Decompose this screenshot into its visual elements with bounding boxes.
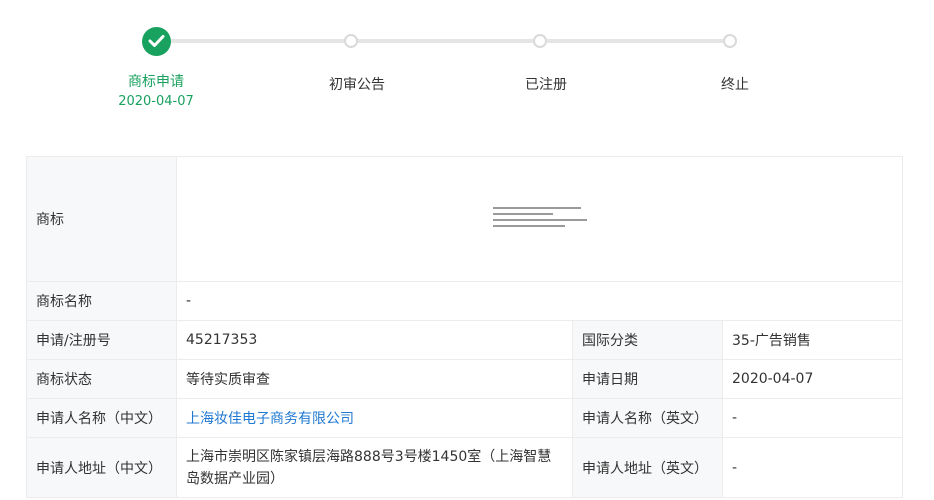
status-label: 商标状态 (26, 359, 177, 399)
trademark-image-cell (175, 156, 904, 282)
address-en-value: - (721, 437, 904, 498)
address-cn-label: 申请人地址（中文） (26, 437, 177, 498)
table-row: 商标状态 等待实质审查 申请日期 2020-04-07 (26, 359, 904, 399)
step-label-publication: 初审公告 (329, 77, 385, 93)
trademark-image-text (493, 207, 587, 235)
progress-line (357, 39, 534, 43)
apply-date-value: 2020-04-07 (721, 359, 904, 399)
address-en-label: 申请人地址（英文） (572, 437, 723, 498)
progress-steps: 商标申请 2020-04-07 初审公告 已注册 终止 (0, 0, 934, 130)
applicant-cn-label: 申请人名称（中文） (26, 398, 177, 438)
step-node-pending (533, 34, 547, 48)
step-label-terminated: 终止 (721, 77, 749, 93)
applicant-cn-link[interactable]: 上海妆佳电子商务有限公司 (186, 411, 354, 427)
step-label-apply: 商标申请 (128, 74, 184, 90)
applicant-cn-cell: 上海妆佳电子商务有限公司 (176, 398, 573, 438)
step-done-check-icon (142, 27, 171, 56)
table-row: 申请人名称（中文） 上海妆佳电子商务有限公司 申请人名称（英文） - (26, 398, 904, 438)
table-row: 申请/注册号 45217353 国际分类 35-广告销售 (26, 320, 904, 360)
reg-no-value: 45217353 (176, 320, 573, 360)
intl-class-label: 国际分类 (572, 320, 723, 360)
trademark-info-table: 商标 商标名称 - 申请/注册号 45217353 国际分类 35-广告销售 商… (26, 156, 904, 498)
step-label-registered: 已注册 (525, 77, 567, 93)
reg-no-label: 申请/注册号 (26, 320, 177, 360)
step-node-pending (723, 34, 737, 48)
trademark-label: 商标 (26, 156, 177, 282)
address-cn-value: 上海市崇明区陈家镇层海路888号3号楼1450室（上海智慧岛数据产业园） (176, 437, 573, 498)
step-date-apply: 2020-04-07 (118, 94, 194, 109)
table-row: 申请人地址（中文） 上海市崇明区陈家镇层海路888号3号楼1450室（上海智慧岛… (26, 437, 904, 498)
trademark-name-value: - (175, 281, 904, 321)
applicant-en-label: 申请人名称（英文） (572, 398, 723, 438)
applicant-en-value: - (721, 398, 904, 438)
intl-class-value: 35-广告销售 (721, 320, 904, 360)
table-row: 商标 (26, 156, 904, 282)
progress-line (547, 39, 723, 43)
status-value: 等待实质审查 (176, 359, 573, 399)
step-node-pending (344, 34, 358, 48)
table-row: 商标名称 - (26, 281, 904, 321)
trademark-image (177, 157, 902, 281)
apply-date-label: 申请日期 (572, 359, 723, 399)
progress-line (171, 39, 351, 43)
trademark-name-label: 商标名称 (26, 281, 177, 321)
